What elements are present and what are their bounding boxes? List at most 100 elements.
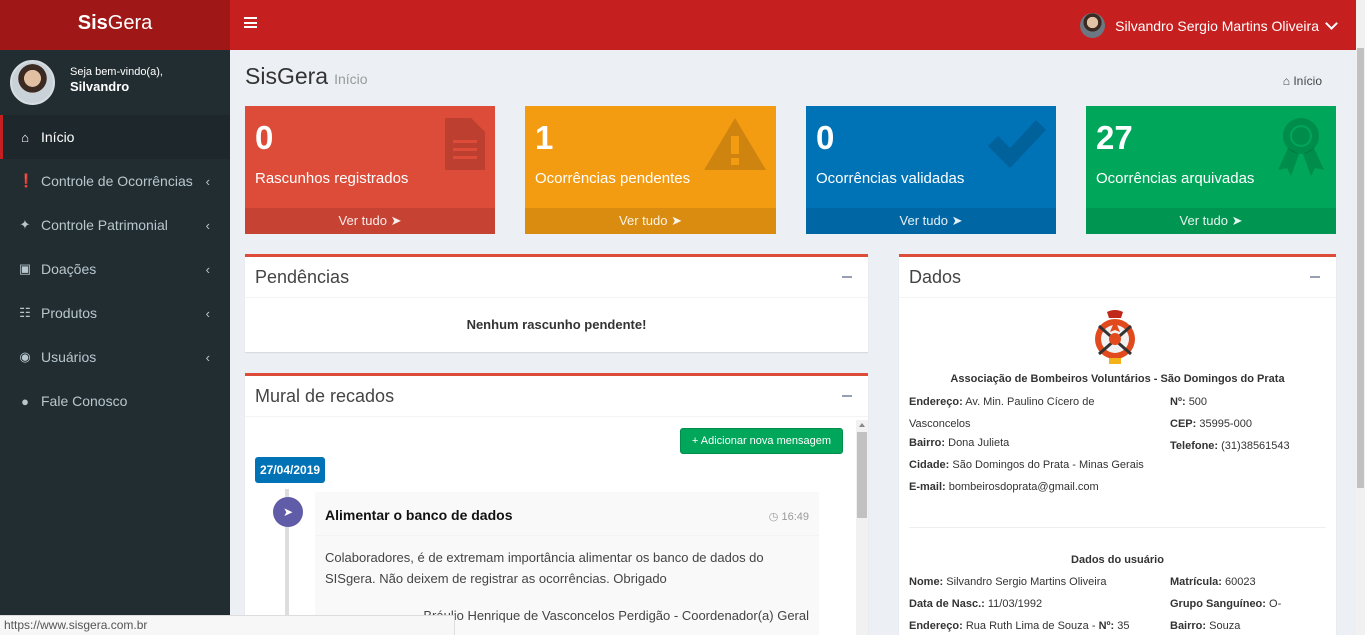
page-title: SisGera (245, 63, 329, 89)
award-icon (1278, 118, 1324, 176)
panel-title: Pendências (255, 267, 350, 287)
view-all-link[interactable]: Ver tudo ➤ (806, 208, 1056, 234)
mural-panel: Mural de recados + Adicionar nova mensag… (245, 373, 868, 635)
timeline-item: Alimentar o banco de dados ◷ 16:49 Colab… (315, 492, 819, 635)
org-telefone: Telefone: (31)38561543 (1170, 440, 1290, 452)
empty-message: Nenhum rascunho pendente! (466, 317, 647, 332)
user-matricula: Matrícula: 60023 (1170, 576, 1256, 588)
sidebar-user-name: Silvandro (70, 79, 130, 94)
clock-icon: ◷ (768, 511, 779, 523)
file-text-icon (445, 118, 485, 170)
user-bairro: Bairro: Souza (1170, 620, 1241, 632)
sidebar-item-produtos[interactable]: ☷ Produtos ‹ (0, 291, 230, 335)
sidebar-item-label: Produtos (41, 305, 98, 321)
stat-validadas: 0 Ocorrências validadas Ver tudo ➤ (806, 106, 1056, 234)
mural-scrollbar[interactable] (856, 420, 868, 635)
money-icon: ▣ (18, 261, 32, 276)
breadcrumb[interactable]: ⌂ Início (1283, 74, 1322, 88)
sidebar-item-fale-conosco[interactable]: ● Fale Conosco (0, 379, 230, 423)
org-cep: CEP: 35995-000 (1170, 418, 1252, 430)
org-numero: Nº: 500 (1170, 396, 1208, 408)
page-scrollbar[interactable] (1356, 0, 1365, 635)
stat-rascunhos: 0 Rascunhos registrados Ver tudo ➤ (245, 106, 495, 234)
stat-value: 0 (816, 119, 835, 156)
pendencias-panel: Pendências Nenhum rascunho pendente! (245, 254, 868, 352)
user-nome: Nome: Silvandro Sergio Martins Oliveira (909, 576, 1107, 588)
post-time: ◷ 16:49 (768, 511, 809, 523)
user-circle-icon: ◉ (19, 349, 31, 364)
sidebar: Seja bem-vindo(a), Silvandro ⌂ Início ❗ … (0, 50, 230, 615)
chevron-left-icon: ‹ (205, 261, 210, 277)
stat-arquivadas: 27 Ocorrências arquivadas Ver tudo ➤ (1086, 106, 1336, 234)
org-address: Endereço: Av. Min. Paulino Cícero de Vasc… (909, 396, 1095, 430)
stat-value: 1 (535, 119, 554, 156)
collapse-icon[interactable] (842, 276, 852, 278)
breadcrumb-label: Início (1293, 74, 1322, 88)
view-all-link[interactable]: Ver tudo ➤ (525, 208, 776, 234)
stat-label: Ocorrências arquivadas (1096, 170, 1255, 187)
sidebar-item-inicio[interactable]: ⌂ Início (0, 115, 230, 159)
collapse-icon[interactable] (1310, 276, 1320, 278)
cart-icon: ☷ (19, 305, 31, 320)
menu-toggle-icon[interactable] (244, 17, 257, 28)
chevron-down-icon (1325, 16, 1338, 30)
page-subtitle: Início (334, 71, 368, 87)
status-bar-url: https://www.sisgera.com.br (0, 615, 455, 635)
stat-label: Ocorrências validadas (816, 170, 965, 187)
post-body: Colaboradores, é de extremam importância… (325, 550, 764, 586)
timeline-date: 27/04/2019 (255, 457, 326, 483)
user-menu[interactable]: Silvandro Sergio Martins Oliveira (1080, 13, 1338, 38)
avatar (10, 60, 55, 105)
panel-title: Dados (909, 267, 962, 287)
org-name: Associação de Bombeiros Voluntários - Sã… (950, 373, 1285, 385)
dados-panel: Dados Associação de Bombeiros Voluntário… (899, 254, 1336, 635)
chevron-left-icon: ‹ (205, 173, 210, 189)
user-menu-name: Silvandro Sergio Martins Oliveira (1115, 17, 1319, 34)
check-icon (988, 120, 1046, 168)
stat-value: 0 (255, 119, 274, 156)
add-message-button[interactable]: + Adicionar nova mensagem (679, 428, 843, 454)
app-logo[interactable]: SisGera (0, 0, 230, 50)
sidebar-item-label: Fale Conosco (41, 393, 128, 409)
stat-label: Ocorrências pendentes (535, 170, 691, 187)
panel-title: Mural de recados (255, 386, 395, 406)
sidebar-item-patrimonial[interactable]: ✦ Controle Patrimonial ‹ (0, 203, 230, 247)
fire-department-emblem (1095, 310, 1135, 364)
bullhorn-icon: ➤ (273, 497, 303, 527)
user-endereco: Endereço: Rua Ruth Lima de Souza - Nº: 3… (909, 620, 1130, 632)
sidebar-item-label: Controle de Ocorrências (41, 173, 193, 189)
user-panel: Seja bem-vindo(a), Silvandro (0, 50, 230, 115)
comment-icon: ● (21, 393, 29, 409)
user-nasc: Data de Nasc.: 11/03/1992 (909, 598, 1043, 610)
avatar (1080, 13, 1106, 38)
warning-icon (704, 118, 766, 170)
org-cidade: Cidade: São Domingos do Prata - Minas Ge… (909, 459, 1144, 471)
stat-pendentes: 1 Ocorrências pendentes Ver tudo ➤ (525, 106, 776, 234)
org-bairro: Bairro: Dona Julieta (909, 437, 1010, 449)
sidebar-item-label: Usuários (41, 349, 97, 365)
post-title: Alimentar o banco de dados (325, 507, 513, 523)
home-icon: ⌂ (1282, 74, 1290, 88)
chevron-left-icon: ‹ (205, 217, 210, 233)
view-all-link[interactable]: Ver tudo ➤ (1086, 208, 1336, 234)
sidebar-item-label: Controle Patrimonial (41, 217, 168, 233)
chevron-left-icon: ‹ (205, 305, 210, 321)
collapse-icon[interactable] (842, 395, 852, 397)
stat-label: Rascunhos registrados (255, 170, 409, 187)
user-section-title: Dados do usuário (1071, 554, 1164, 566)
welcome-text: Seja bem-vindo(a), (70, 66, 163, 78)
exclamation-circle-icon: ❗ (18, 173, 35, 188)
sidebar-item-usuarios[interactable]: ◉ Usuários ‹ (0, 335, 230, 379)
sidebar-item-ocorrencias[interactable]: ❗ Controle de Ocorrências ‹ (0, 159, 230, 203)
chevron-left-icon: ‹ (205, 349, 210, 365)
sidebar-item-doacoes[interactable]: ▣ Doações ‹ (0, 247, 230, 291)
view-all-link[interactable]: Ver tudo ➤ (245, 208, 495, 234)
post-signature: Bráulio Henrique de Vasconcelos Perdigão… (423, 608, 809, 623)
page-header: SisGera Início (245, 63, 368, 90)
top-navbar: Silvandro Sergio Martins Oliveira (230, 0, 1356, 50)
user-sangue: Grupo Sanguíneo: O- (1170, 598, 1282, 610)
tags-icon: ✦ (19, 217, 31, 232)
sidebar-item-label: Início (41, 129, 75, 145)
home-icon: ⌂ (21, 129, 29, 145)
sidebar-item-label: Doações (41, 261, 97, 277)
